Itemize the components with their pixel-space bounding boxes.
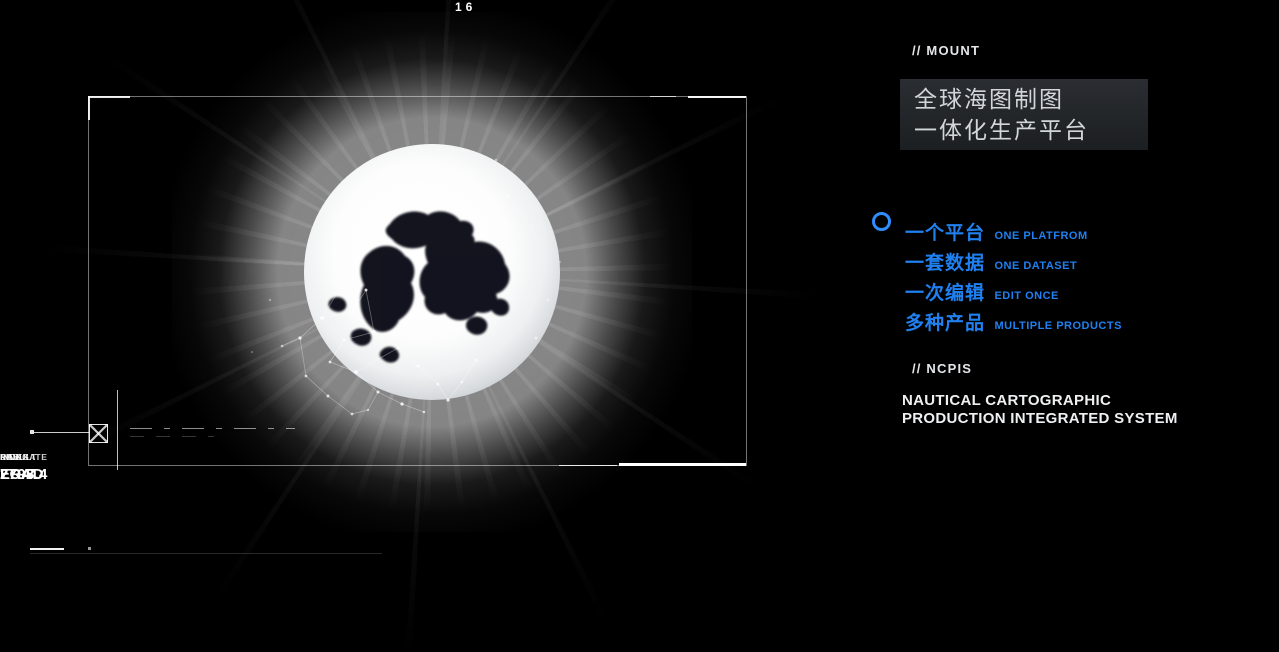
frame-bottom-accent <box>559 465 617 466</box>
title-line-2: 一体化生产平台 <box>914 115 1134 146</box>
frame-bottom-accent <box>619 463 746 466</box>
frame-top-accent <box>688 96 746 98</box>
dash-ruler <box>130 428 295 429</box>
frame-vertical-tick <box>117 390 118 470</box>
frame-left-tick-nub <box>30 430 34 434</box>
dash-ruler-secondary <box>130 436 214 437</box>
crosshair-box-icon <box>89 424 108 443</box>
globe-frame <box>88 96 747 466</box>
frame-top-accent <box>650 96 676 97</box>
frame-corner-accent <box>88 96 130 98</box>
frame-left-tick-line <box>34 432 89 433</box>
title-box: 全球海图制图 一体化生产平台 <box>900 79 1148 150</box>
frame-corner-accent <box>88 96 90 120</box>
title-line-1: 全球海图制图 <box>914 84 1134 115</box>
